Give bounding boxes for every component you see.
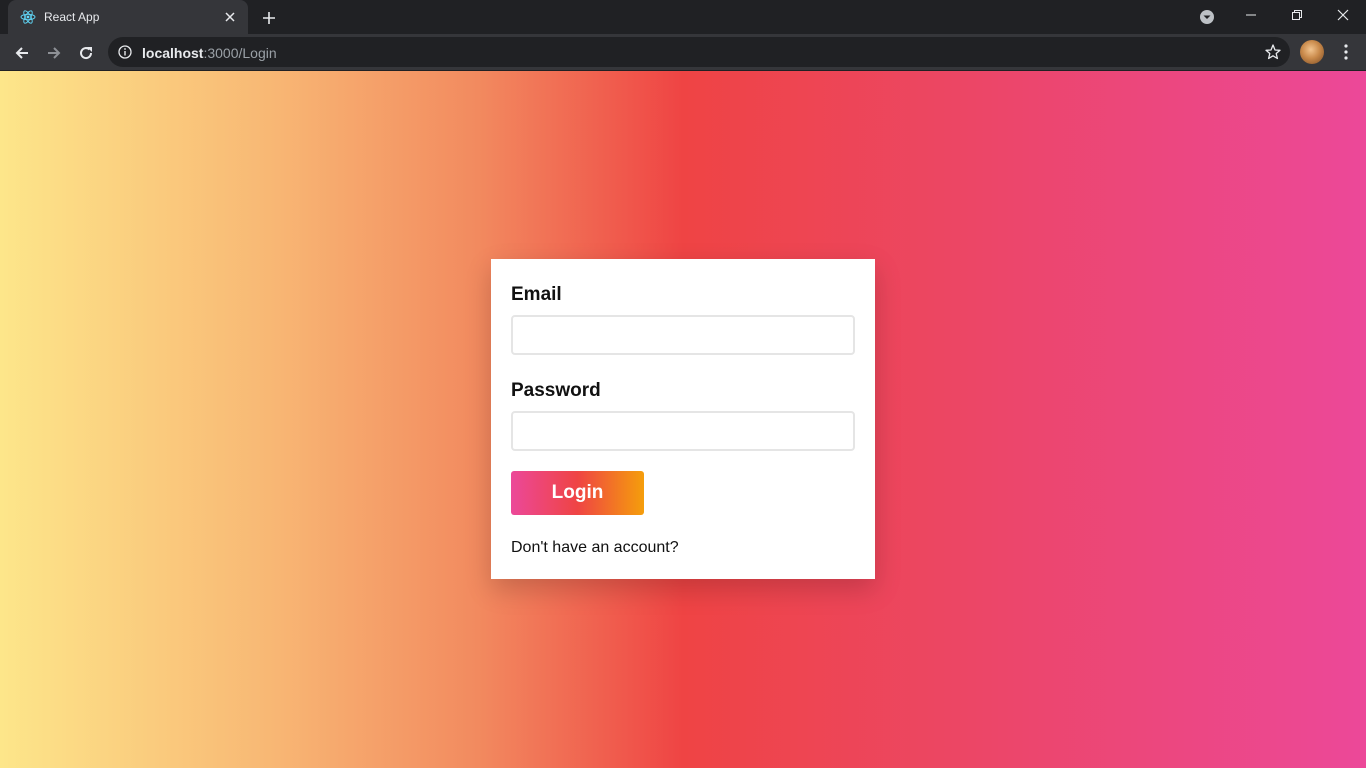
site-info-icon[interactable] bbox=[118, 45, 132, 59]
reload-icon[interactable] bbox=[72, 39, 100, 67]
close-window-icon[interactable] bbox=[1320, 0, 1366, 30]
password-field[interactable] bbox=[511, 411, 855, 451]
restore-icon[interactable] bbox=[1274, 0, 1320, 30]
browser-tab[interactable]: React App bbox=[8, 0, 248, 34]
tab-title: React App bbox=[44, 10, 100, 24]
login-button[interactable]: Login bbox=[511, 471, 644, 515]
signup-link[interactable]: Don't have an account? bbox=[511, 539, 679, 557]
profile-avatar[interactable] bbox=[1300, 40, 1324, 64]
email-label: Email bbox=[511, 284, 562, 305]
url-text: localhost:3000/Login bbox=[142, 45, 277, 61]
close-tab-icon[interactable] bbox=[222, 9, 238, 25]
address-bar[interactable]: localhost:3000/Login bbox=[108, 37, 1290, 67]
back-arrow-icon[interactable] bbox=[8, 39, 36, 67]
menu-kebab-icon[interactable] bbox=[1334, 40, 1358, 64]
page-background: Email Password Login Don't have an accou… bbox=[0, 71, 1366, 768]
react-icon bbox=[20, 9, 36, 25]
url-path: :3000/Login bbox=[203, 45, 277, 61]
login-card: Email Password Login Don't have an accou… bbox=[491, 259, 875, 579]
new-tab-icon[interactable] bbox=[258, 7, 280, 29]
forward-arrow-icon[interactable] bbox=[40, 39, 68, 67]
minimize-icon[interactable] bbox=[1228, 0, 1274, 30]
password-label: Password bbox=[511, 380, 601, 401]
email-field[interactable] bbox=[511, 315, 855, 355]
browser-toolbar: localhost:3000/Login bbox=[0, 34, 1366, 71]
bookmark-star-icon[interactable] bbox=[1264, 43, 1282, 61]
browser-tab-strip: React App bbox=[0, 0, 1366, 34]
tab-search-icon[interactable] bbox=[1198, 8, 1216, 26]
url-host: localhost bbox=[142, 45, 204, 61]
